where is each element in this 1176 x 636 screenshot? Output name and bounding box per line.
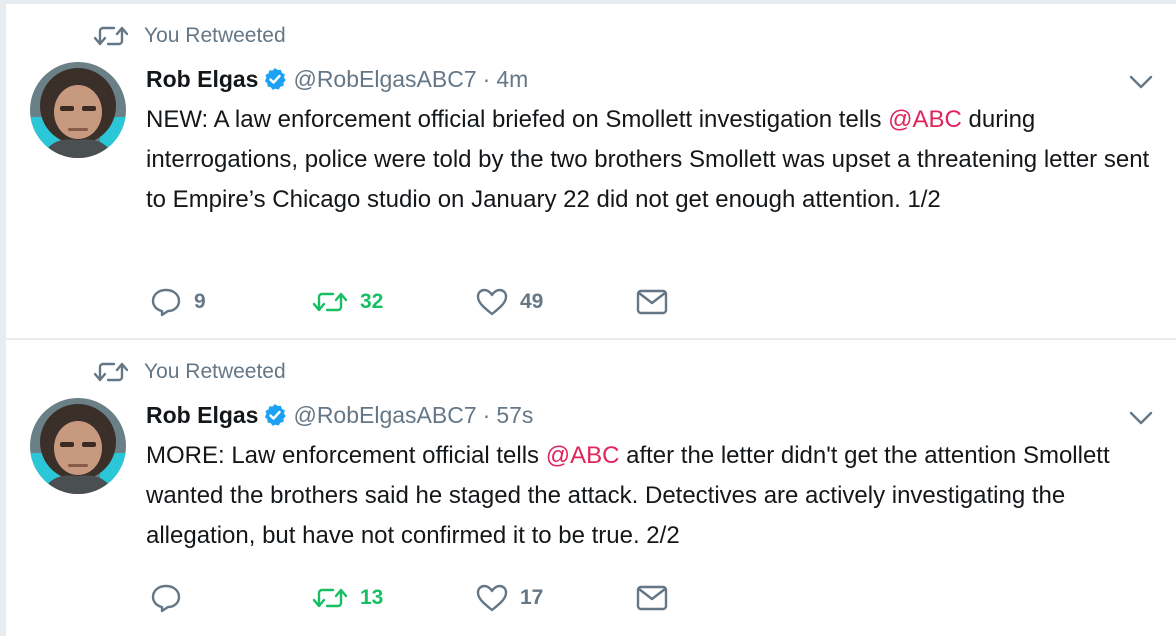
reply-icon xyxy=(151,288,181,317)
avatar[interactable] xyxy=(30,398,126,494)
heart-icon xyxy=(476,288,508,316)
mention-link[interactable]: @ABC xyxy=(888,106,962,133)
retweet-context: You Retweeted xyxy=(94,22,286,50)
tweet-card[interactable]: You Retweeted Rob Elgas @RobElgasABC7 · … xyxy=(6,4,1176,338)
retweet-small-icon xyxy=(94,26,128,46)
reply-button[interactable] xyxy=(150,583,194,613)
tweet-text-part: MORE: Law enforcement official tells xyxy=(146,442,546,469)
chevron-down-icon[interactable] xyxy=(1128,74,1154,90)
avatar[interactable] xyxy=(30,62,126,158)
tweet-text: NEW: A law enforcement official briefed … xyxy=(146,100,1156,220)
envelope-icon xyxy=(636,289,668,315)
like-count: 17 xyxy=(520,586,544,609)
tweet-card[interactable]: You Retweeted Rob Elgas @RobElgasABC7 · … xyxy=(6,340,1176,636)
heart-icon xyxy=(476,584,508,612)
retweet-context: You Retweeted xyxy=(94,358,286,386)
retweet-icon xyxy=(312,588,348,608)
reply-icon xyxy=(151,584,181,613)
separator-dot: · xyxy=(482,401,491,428)
separator-dot: · xyxy=(482,65,491,92)
chevron-down-icon[interactable] xyxy=(1128,410,1154,426)
retweet-count: 13 xyxy=(360,586,384,609)
direct-message-button[interactable] xyxy=(636,585,668,611)
context-label: You Retweeted xyxy=(144,360,286,383)
reply-count: 9 xyxy=(194,290,206,313)
author-name[interactable]: Rob Elgas xyxy=(146,66,258,93)
author-name[interactable]: Rob Elgas xyxy=(146,402,258,429)
retweet-button[interactable]: 13 xyxy=(312,585,383,611)
mention-link[interactable]: @ABC xyxy=(546,442,620,469)
timeline-feed: You Retweeted Rob Elgas @RobElgasABC7 · … xyxy=(6,4,1176,636)
retweet-button[interactable]: 32 xyxy=(312,289,383,315)
retweet-count: 32 xyxy=(360,290,384,313)
verified-badge-icon xyxy=(265,68,287,90)
tweet-header: Rob Elgas @RobElgasABC7 · 57s xyxy=(146,398,533,432)
retweet-small-icon xyxy=(94,362,128,382)
context-label: You Retweeted xyxy=(144,24,286,47)
tweet-timestamp[interactable]: 4m xyxy=(496,66,528,93)
tweet-timestamp[interactable]: 57s xyxy=(496,402,533,429)
like-button[interactable]: 49 xyxy=(476,287,543,317)
like-count: 49 xyxy=(520,290,544,313)
retweet-icon xyxy=(312,292,348,312)
envelope-icon xyxy=(636,585,668,611)
direct-message-button[interactable] xyxy=(636,289,668,315)
author-handle[interactable]: @RobElgasABC7 xyxy=(293,402,476,429)
like-button[interactable]: 17 xyxy=(476,583,543,613)
tweet-text: MORE: Law enforcement official tells @AB… xyxy=(146,436,1156,556)
reply-button[interactable]: 9 xyxy=(150,287,206,317)
verified-badge-icon xyxy=(265,404,287,426)
tweet-header: Rob Elgas @RobElgasABC7 · 4m xyxy=(146,62,528,96)
author-handle[interactable]: @RobElgasABC7 xyxy=(293,66,476,93)
tweet-text-part: NEW: A law enforcement official briefed … xyxy=(146,106,889,133)
